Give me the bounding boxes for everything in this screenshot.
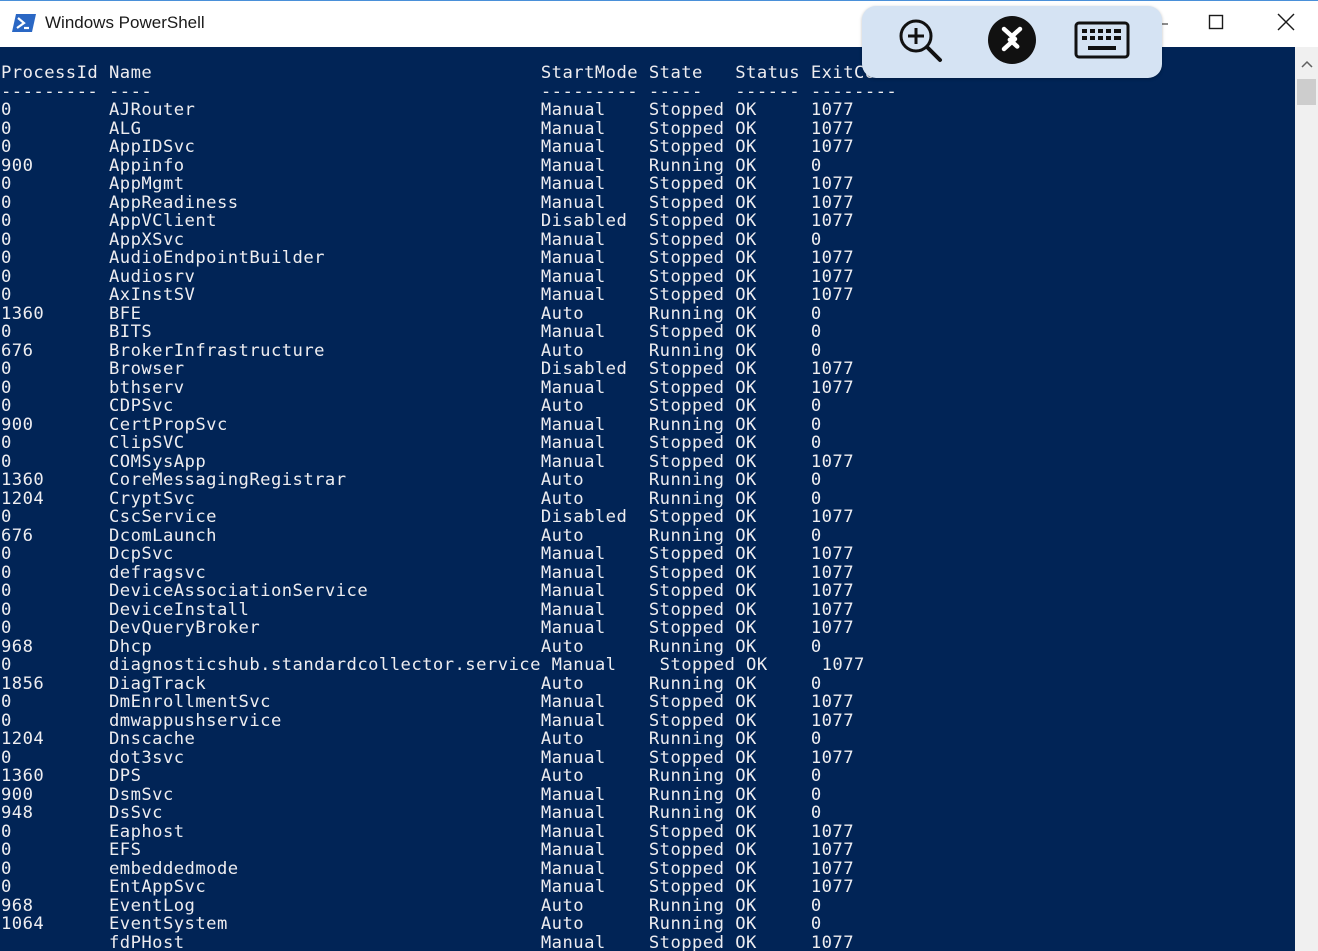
console-line: 1360 BFE Auto Running OK 0 <box>1 303 822 324</box>
console-line: 0 DevQueryBroker Manual Stopped OK 1077 <box>1 618 855 638</box>
keyboard-icon <box>1074 21 1130 63</box>
console-line: 0 EntAppSvc Manual Stopped OK 1077 <box>1 877 855 897</box>
console-line: 0 AppReadiness Manual Stopped OK 1077 <box>1 192 855 213</box>
console-line: 0 ClipSVC Manual Stopped OK 0 <box>1 433 822 453</box>
console-line: 1360 CoreMessagingRegistrar Auto Running… <box>1 470 822 490</box>
remote-connect-icon <box>987 15 1037 69</box>
console-line: 968 EventLog Auto Running OK 0 <box>1 895 822 916</box>
console-line: 676 BrokerInfrastructure Auto Running OK… <box>1 340 822 361</box>
console-line: 0 AudioEndpointBuilder Manual Stopped OK… <box>1 248 855 268</box>
console-output[interactable]: ProcessId Name StartMode State Status Ex… <box>0 47 1295 951</box>
console-line: 0 BITS Manual Stopped OK 0 <box>1 322 822 342</box>
zoom-in-button[interactable] <box>892 18 948 66</box>
console-line: 0 Audiosrv Manual Stopped OK 1077 <box>1 266 855 287</box>
console-line: 0 Eaphost Manual Stopped OK 1077 <box>1 821 855 842</box>
console-line: 0 AppIDSvc Manual Stopped OK 1077 <box>1 137 855 157</box>
console-line: 0 dot3svc Manual Stopped OK 1077 <box>1 747 855 768</box>
console-line: 1064 EventSystem Auto Running OK 0 <box>1 914 822 934</box>
window-title: Windows PowerShell <box>45 13 205 32</box>
console-line: 0 embeddedmode Manual Stopped OK 1077 <box>1 858 855 879</box>
scroll-up-button[interactable] <box>1295 47 1318 77</box>
console-line: 0 CscService Disabled Stopped OK 1077 <box>1 507 855 527</box>
console-line: 0 AxInstSV Manual Stopped OK 1077 <box>1 285 855 305</box>
console-line: 0 diagnosticshub.standardcollector.servi… <box>1 655 865 675</box>
console-line: fdPHost Manual Stopped OK 1077 <box>1 932 855 951</box>
console-line: 676 DcomLaunch Auto Running OK 0 <box>1 525 822 546</box>
console-line: 0 ALG Manual Stopped OK 1077 <box>1 118 855 139</box>
powershell-icon[interactable] <box>12 13 36 33</box>
scroll-thumb[interactable] <box>1297 79 1316 105</box>
console-line: 1360 DPS Auto Running OK 0 <box>1 766 822 786</box>
console-line: 0 COMSysApp Manual Stopped OK 1077 <box>1 451 855 472</box>
close-icon <box>1277 13 1295 35</box>
console-line: 1856 DiagTrack Auto Running OK 0 <box>1 673 822 694</box>
maximize-button[interactable] <box>1186 1 1246 47</box>
console-line: 0 dmwappushservice Manual Stopped OK 107… <box>1 710 855 731</box>
console-line: 0 AppVClient Disabled Stopped OK 1077 <box>1 211 855 231</box>
zoom-in-icon <box>897 17 943 67</box>
console-header-line: ProcessId Name StartMode State Status Ex… <box>1 63 898 83</box>
powershell-window: Windows PowerShell ProcessId Name StartM… <box>0 0 1318 951</box>
maximize-icon <box>1208 14 1224 34</box>
console-line: 0 defragsvc Manual Stopped OK 1077 <box>1 562 855 583</box>
keyboard-button[interactable] <box>1070 18 1134 66</box>
console-line: 0 AppMgmt Manual Stopped OK 1077 <box>1 174 855 194</box>
console-line: 0 AppXSvc Manual Stopped OK 0 <box>1 229 822 250</box>
console-line: 0 CDPSvc Auto Stopped OK 0 <box>1 396 822 416</box>
console-line: 0 Browser Disabled Stopped OK 1077 <box>1 359 855 379</box>
console-line: 948 DsSvc Manual Running OK 0 <box>1 803 822 823</box>
console-line: 968 Dhcp Auto Running OK 0 <box>1 636 822 657</box>
console-line: 0 DeviceAssociationService Manual Stoppe… <box>1 581 855 601</box>
console-line: 0 DeviceInstall Manual Stopped OK 1077 <box>1 599 855 620</box>
console-line: 900 DsmSvc Manual Running OK 0 <box>1 784 822 805</box>
console-line: 0 AJRouter Manual Stopped OK 1077 <box>1 100 855 120</box>
console-line: 0 DmEnrollmentSvc Manual Stopped OK 1077 <box>1 692 855 712</box>
console-line: 0 DcpSvc Manual Stopped OK 1077 <box>1 544 855 564</box>
remote-connect-button[interactable] <box>984 15 1040 69</box>
console-header-line: --------- ---- --------- ----- ------ --… <box>1 81 898 102</box>
vertical-scrollbar[interactable] <box>1295 47 1318 951</box>
console-line: 900 CertPropSvc Manual Running OK 0 <box>1 414 822 435</box>
console-line: 1204 Dnscache Auto Running OK 0 <box>1 729 822 749</box>
console-line: 1204 CryptSvc Auto Running OK 0 <box>1 488 822 509</box>
chevron-up-icon <box>1300 53 1313 72</box>
console-line: 900 Appinfo Manual Running OK 0 <box>1 155 822 176</box>
remote-toolbar <box>862 6 1162 78</box>
close-button[interactable] <box>1256 1 1316 47</box>
console-line: 0 EFS Manual Stopped OK 1077 <box>1 840 855 860</box>
console-line: 0 bthserv Manual Stopped OK 1077 <box>1 377 855 398</box>
